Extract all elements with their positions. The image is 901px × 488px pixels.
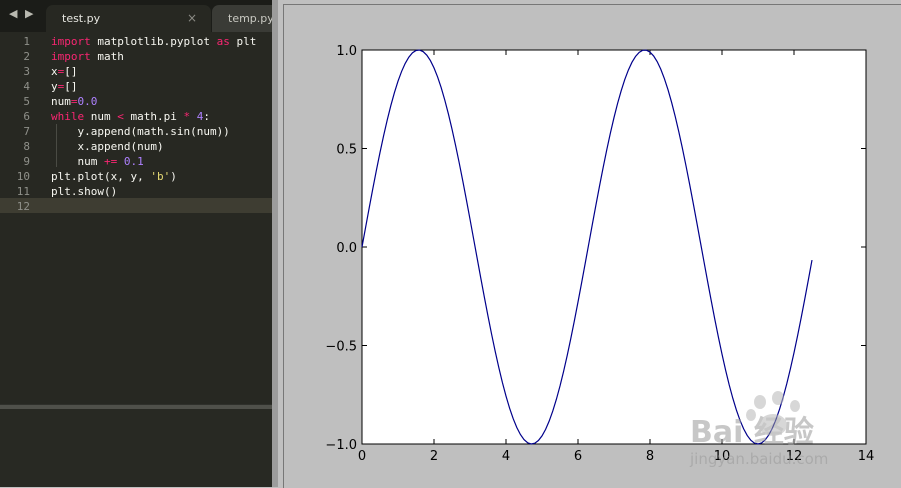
y-tick-label: 1.0 (336, 44, 357, 59)
watermark-text: Bai 经验 (690, 415, 814, 450)
axes-background (361, 49, 867, 445)
x-tick-label: 4 (502, 449, 510, 464)
y-tick-label: 0.5 (336, 143, 357, 158)
x-tick-label: 6 (574, 449, 582, 464)
x-tick-label: 0 (358, 449, 366, 464)
y-tick-label: 0.0 (336, 241, 357, 256)
watermark-url: jingyan.baidu.com (689, 450, 828, 468)
sine-plot: 0 2 4 6 8 10 12 14−1.0−0.50.00.51.0 Bai 经验 jing… (325, 44, 875, 468)
y-tick-label: −1.0 (325, 438, 357, 453)
x-tick-label: 8 (646, 449, 654, 464)
x-tick-label: 14 (858, 449, 875, 464)
x-tick-label: 2 (430, 449, 438, 464)
y-tick-label: −0.5 (325, 340, 357, 355)
